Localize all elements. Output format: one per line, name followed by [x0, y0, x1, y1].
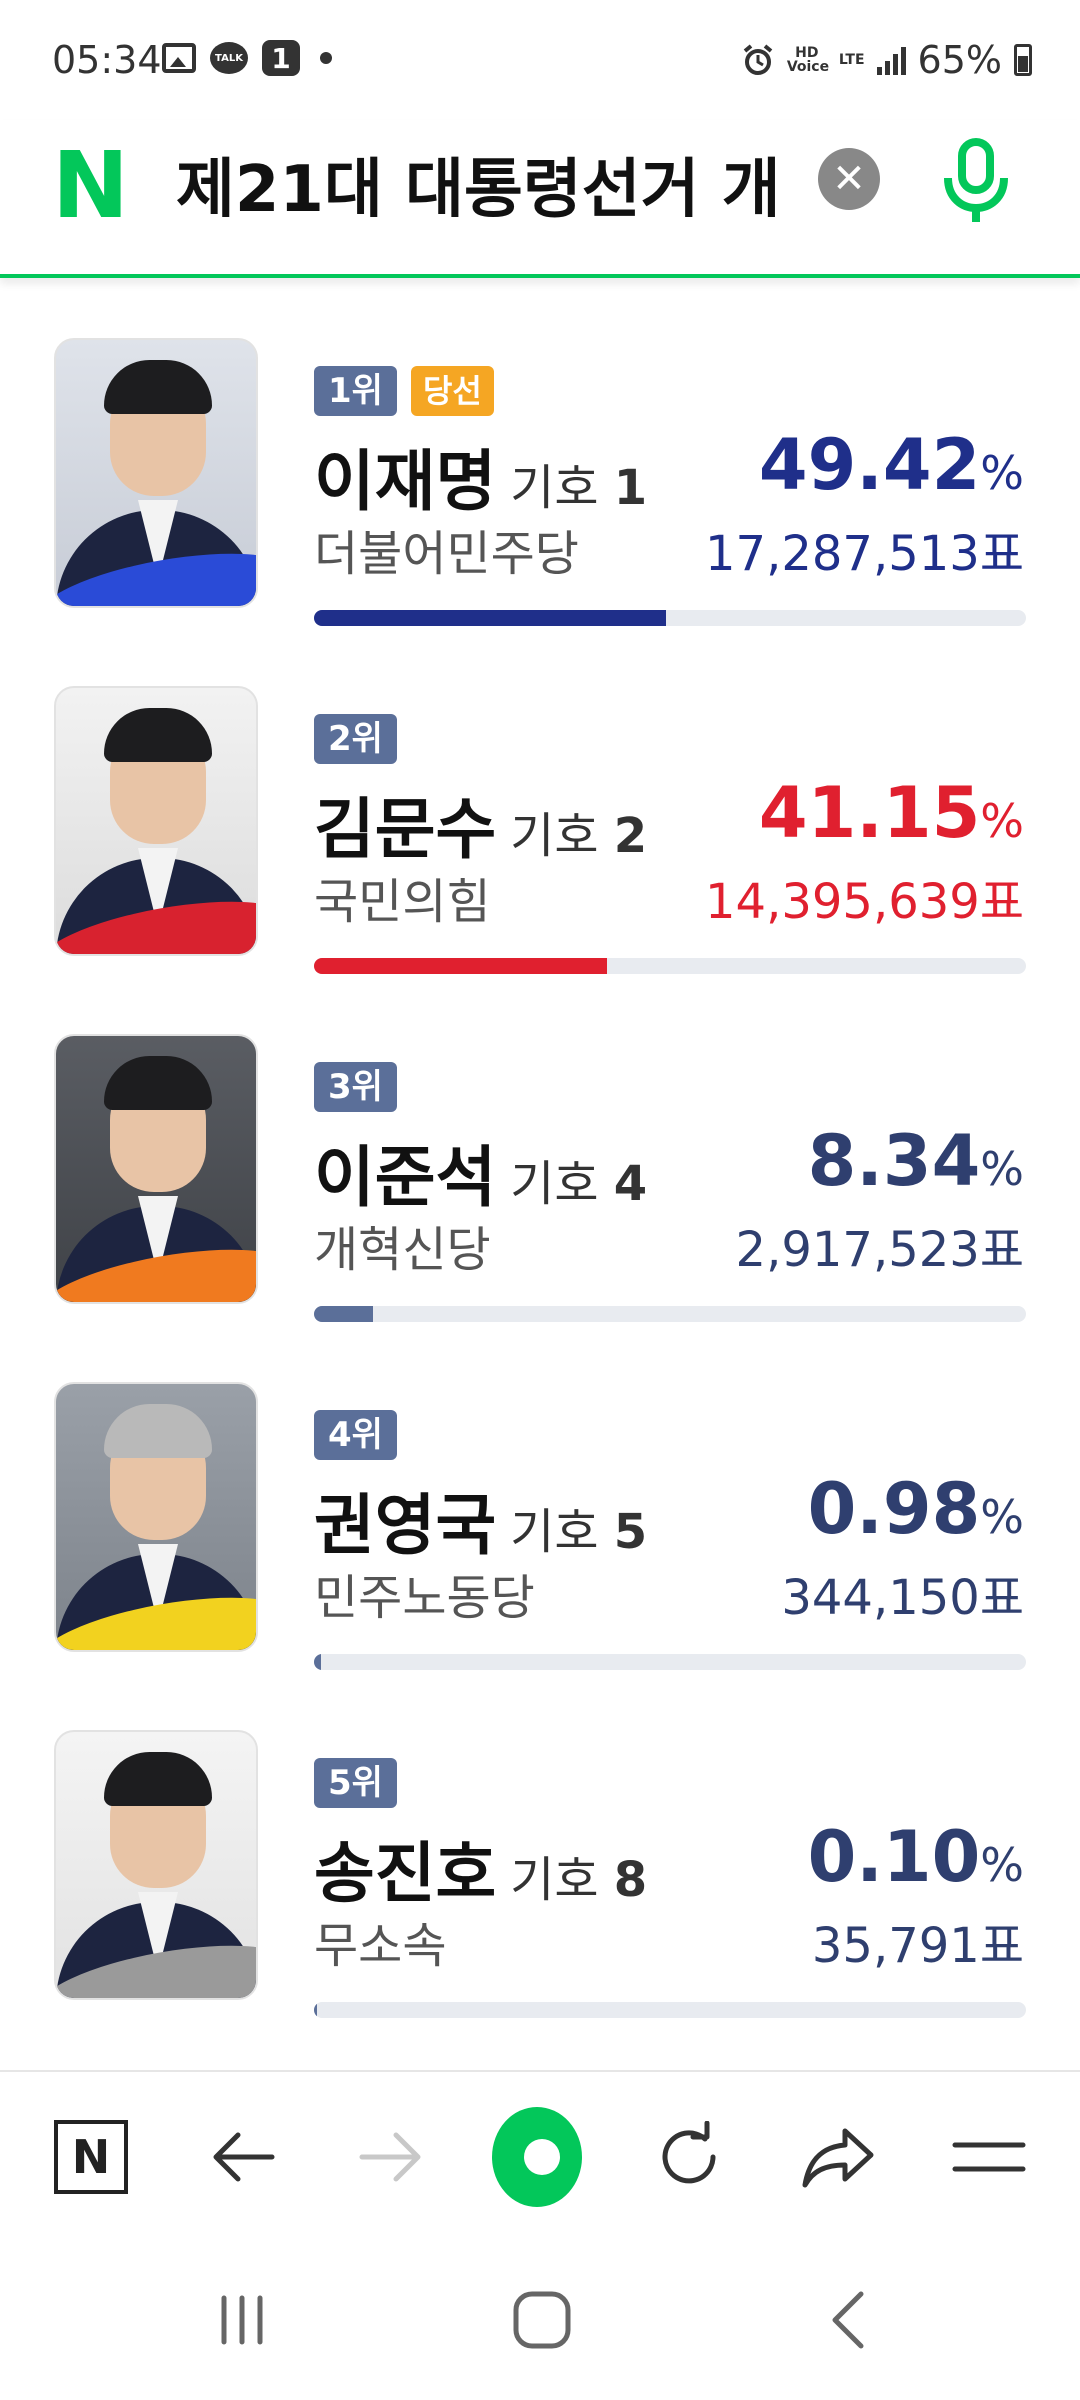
refresh-icon [662, 2121, 716, 2184]
home-nav-button[interactable] [502, 2280, 582, 2360]
status-bar: 05:34 TALK 1 HD Voice LTE 65% [0, 0, 1080, 120]
rank-badge: 1위 [314, 366, 397, 416]
hd-voice-icon: HD Voice [786, 45, 830, 75]
notification-count-badge: 1 [262, 40, 300, 76]
recent-apps-icon [221, 2295, 263, 2345]
candidate-party: 국민의힘 [314, 874, 491, 930]
elected-badge: 당선 [410, 366, 494, 416]
rank-badge: 2위 [314, 714, 397, 764]
vote-percent: 8.34% [807, 1120, 1024, 1202]
vote-share-bar [314, 2002, 1026, 2018]
close-icon: ✕ [832, 156, 866, 202]
share-button[interactable] [794, 2112, 884, 2202]
candidate-party: 민주노동당 [314, 1570, 535, 1626]
vote-share-fill [314, 958, 607, 974]
candidate-name: 이재명 기호 1 [314, 443, 648, 520]
home-button[interactable]: N [46, 2112, 136, 2202]
vote-percent: 49.42% [758, 424, 1024, 506]
candidate-number: 4 [613, 1156, 648, 1212]
lte-icon: LTE [838, 52, 865, 68]
more-notifications-dot-icon [320, 52, 332, 64]
forward-button[interactable] [346, 2112, 436, 2202]
candidate-card[interactable]: 3위 이준석 기호 4 개혁신당 8.34% 2,917,523표 [0, 1034, 1080, 1334]
battery-percent: 65% [917, 38, 1002, 82]
rank-badge: 3위 [314, 1062, 397, 1112]
recent-apps-button[interactable] [202, 2280, 282, 2360]
menu-icon [952, 2142, 1026, 2172]
vote-percent: 41.15% [758, 772, 1024, 854]
vote-count: 14,395,639표 [705, 874, 1024, 930]
naver-logo[interactable]: N [52, 140, 136, 232]
candidate-number: 1 [613, 460, 648, 516]
browser-toolbar: N [0, 2070, 1080, 2240]
battery-icon [1014, 44, 1032, 76]
candidate-photo [54, 338, 258, 608]
gallery-icon [162, 43, 196, 73]
candidate-number: 5 [613, 1504, 648, 1560]
signal-icon [876, 45, 906, 75]
home-circle-icon [513, 2291, 571, 2349]
vote-share-fill [314, 1306, 374, 1322]
share-icon [802, 2128, 874, 2188]
candidate-name: 권영국 기호 5 [314, 1487, 648, 1564]
vote-share-bar [314, 610, 1026, 626]
vote-percent: 0.10% [807, 1816, 1024, 1898]
system-status-icons: HD Voice LTE 65% [741, 38, 1032, 82]
candidate-party: 무소속 [314, 1918, 447, 1974]
candidate-photo [54, 1034, 258, 1304]
vote-share-fill [314, 2002, 317, 2018]
chevron-left-icon [832, 2291, 864, 2349]
candidate-card[interactable]: 1위 당선 이재명 기호 1 더불어민주당 49.42% 17,287,513표 [0, 338, 1080, 638]
candidate-card[interactable]: 5위 송진호 기호 8 무소속 0.10% 35,791표 [0, 1730, 1080, 2030]
vote-count: 17,287,513표 [705, 526, 1024, 582]
clear-search-button[interactable]: ✕ [818, 148, 880, 210]
green-dot-button[interactable] [492, 2107, 582, 2207]
search-header: N 제21대 대통령선거 개표 ✕ [0, 120, 1080, 278]
candidate-photo [54, 1382, 258, 1652]
menu-button[interactable] [944, 2112, 1034, 2202]
vote-count: 2,917,523표 [735, 1222, 1024, 1278]
green-dot-icon [492, 2107, 582, 2207]
alarm-icon [743, 44, 773, 75]
rank-badge: 5위 [314, 1758, 397, 1808]
candidate-number: 2 [613, 808, 648, 864]
candidate-card[interactable]: 2위 김문수 기호 2 국민의힘 41.15% 14,395,639표 [0, 686, 1080, 986]
candidate-name: 이준석 기호 4 [314, 1139, 648, 1216]
candidate-name: 김문수 기호 2 [314, 791, 648, 868]
naver-home-icon: N [54, 2120, 128, 2194]
back-button[interactable] [198, 2112, 288, 2202]
vote-percent: 0.98% [807, 1468, 1024, 1550]
vote-count: 35,791표 [811, 1918, 1024, 1974]
search-input[interactable]: 제21대 대통령선거 개표 [176, 142, 776, 238]
arrow-left-icon [213, 2132, 275, 2182]
voice-search-button[interactable] [936, 136, 1016, 226]
refresh-button[interactable] [644, 2112, 734, 2202]
arrow-right-icon [359, 2132, 421, 2182]
android-nav-bar [0, 2240, 1080, 2400]
vote-share-fill [314, 1654, 321, 1670]
status-time: 05:34 [52, 38, 162, 82]
microphone-icon [944, 138, 1008, 222]
candidate-photo [54, 686, 258, 956]
rank-badge: 4위 [314, 1410, 397, 1460]
candidate-card[interactable]: 4위 권영국 기호 5 민주노동당 0.98% 344,150표 [0, 1382, 1080, 1682]
candidate-party: 더불어민주당 [314, 526, 579, 582]
vote-share-fill [314, 610, 666, 626]
candidate-number: 8 [613, 1852, 648, 1908]
notification-icons: TALK 1 [162, 40, 332, 76]
back-nav-button[interactable] [808, 2280, 888, 2360]
vote-share-bar [314, 1306, 1026, 1322]
candidate-photo [54, 1730, 258, 2000]
candidate-party: 개혁신당 [314, 1222, 491, 1278]
kakaotalk-icon: TALK [210, 42, 248, 74]
vote-share-bar [314, 1654, 1026, 1670]
vote-count: 344,150표 [781, 1570, 1024, 1626]
candidate-name: 송진호 기호 8 [314, 1835, 648, 1912]
vote-share-bar [314, 958, 1026, 974]
